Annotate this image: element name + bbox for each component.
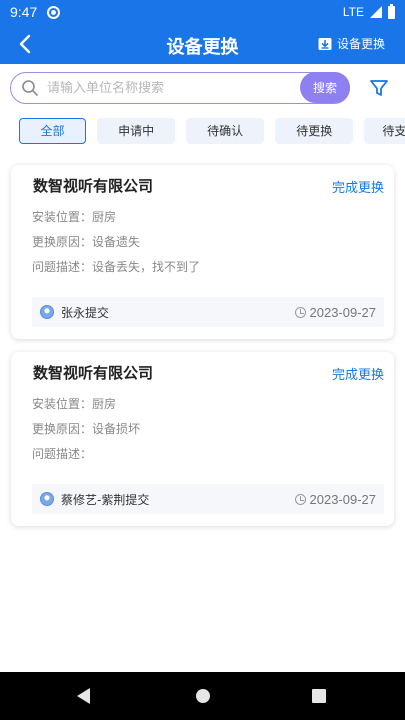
problem-row: 问题描述：设备丢失，找不到了 — [32, 258, 200, 275]
install-location-label: 安装位置： — [32, 397, 93, 411]
signal-icon — [370, 6, 382, 18]
submit-date: 2023-09-27 — [294, 304, 377, 320]
reason-value: 设备损坏 — [92, 422, 141, 436]
replacement-card[interactable]: 数智视听有限公司 完成更换 安装位置：厨房 更换原因：设备损坏 问题描述： 蔡修… — [11, 352, 394, 526]
reason-row: 更换原因：设备损坏 — [32, 420, 140, 437]
nav-home-icon[interactable] — [196, 689, 210, 703]
install-location-label: 安装位置： — [32, 210, 93, 224]
reason-label: 更换原因： — [32, 422, 93, 436]
battery-icon — [388, 3, 395, 19]
status-bar: 9:47 LTE — [0, 0, 405, 24]
card-footer: 张永提交 2023-09-27 — [32, 297, 384, 327]
date-text: 2023-09-27 — [309, 304, 377, 320]
complete-replace-link[interactable]: 完成更换 — [332, 364, 384, 383]
install-location-row: 安装位置：厨房 — [32, 395, 116, 412]
avatar-icon — [40, 305, 54, 319]
status-time: 9:47 — [10, 4, 38, 20]
tab-pending-confirm[interactable]: 待确认 — [186, 118, 265, 144]
device-replace-label: 设备更换 — [336, 37, 385, 51]
replacement-card[interactable]: 数智视听有限公司 完成更换 安装位置：厨房 更换原因：设备遗失 问题描述：设备丢… — [11, 165, 394, 339]
clock-icon — [294, 493, 306, 505]
tab-all[interactable]: 全部 — [19, 118, 86, 144]
status-right: LTE — [342, 3, 395, 19]
complete-replace-link[interactable]: 完成更换 — [332, 177, 384, 196]
install-location-row: 安装位置：厨房 — [32, 208, 116, 225]
problem-label: 问题描述： — [32, 260, 93, 274]
status-tabs: 全部 申请中 待确认 待更换 待支 — [19, 118, 405, 144]
search-input[interactable] — [47, 80, 287, 96]
nav-recents-icon[interactable] — [312, 689, 326, 703]
search-icon — [22, 80, 38, 96]
avatar-icon — [40, 492, 54, 506]
reason-value: 设备遗失 — [92, 235, 141, 249]
card-footer: 蔡修艺-紫荆提交 2023-09-27 — [32, 484, 384, 514]
submitter: 蔡修艺-紫荆提交 — [61, 492, 150, 507]
company-name: 数智视听有限公司 — [33, 364, 154, 382]
install-location-value: 厨房 — [92, 210, 117, 224]
tab-applying[interactable]: 申请中 — [97, 118, 176, 144]
date-text: 2023-09-27 — [309, 491, 377, 507]
company-name: 数智视听有限公司 — [33, 177, 154, 195]
download-icon — [318, 37, 332, 50]
reason-row: 更换原因：设备遗失 — [32, 233, 140, 250]
device-replace-button[interactable]: 设备更换 — [318, 35, 385, 52]
problem-value: 设备丢失，找不到了 — [92, 260, 201, 274]
network-type: LTE — [342, 5, 364, 19]
search-box: 搜索 — [10, 72, 350, 104]
sync-icon — [47, 5, 61, 19]
clock-icon — [294, 306, 306, 318]
reason-label: 更换原因： — [32, 235, 93, 249]
system-nav-bar — [0, 672, 405, 720]
search-button[interactable]: 搜索 — [300, 72, 350, 103]
app-header: 设备更换 设备更换 — [0, 24, 405, 64]
install-location-value: 厨房 — [92, 397, 117, 411]
problem-label: 问题描述： — [32, 447, 93, 461]
tab-pending-replace[interactable]: 待更换 — [275, 118, 354, 144]
filter-icon[interactable] — [368, 77, 390, 99]
problem-row: 问题描述： — [32, 445, 92, 462]
submit-date: 2023-09-27 — [294, 491, 377, 507]
tab-pending-pay[interactable]: 待支 — [364, 118, 405, 144]
submitter: 张永提交 — [61, 305, 110, 320]
search-row: 搜索 — [10, 72, 395, 106]
nav-back-icon[interactable] — [77, 688, 90, 704]
